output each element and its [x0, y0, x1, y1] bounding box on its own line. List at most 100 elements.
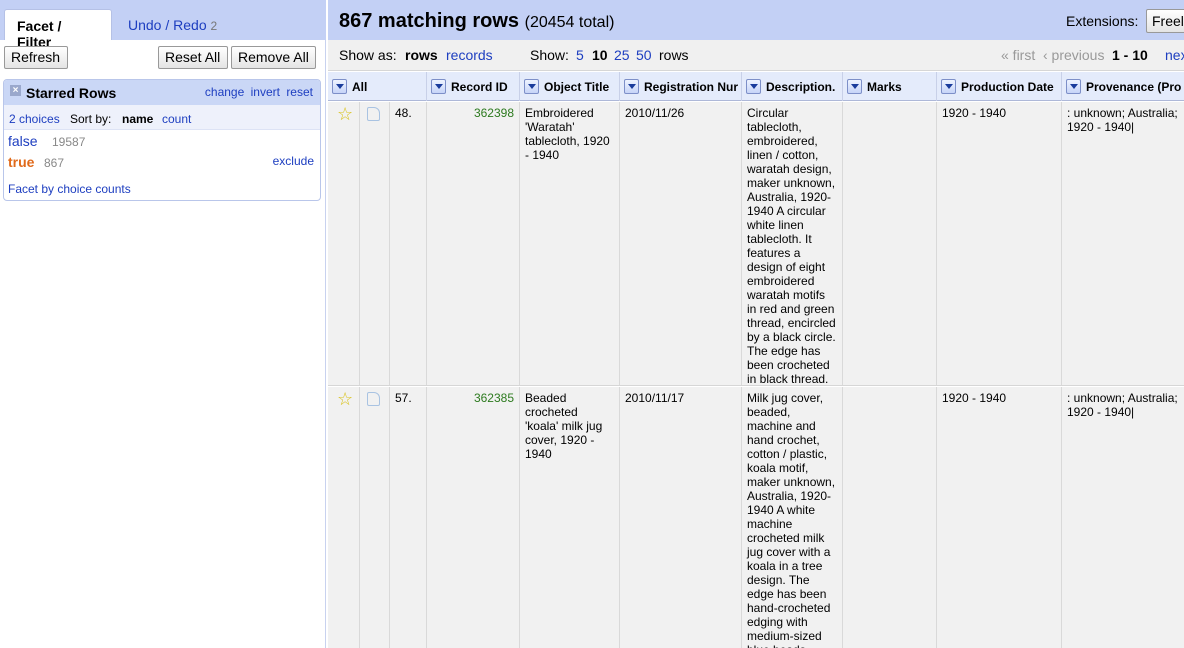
column-label: Record ID — [451, 80, 508, 94]
facet-reset-link[interactable]: reset — [286, 85, 313, 99]
column-label: Description. — [766, 80, 836, 94]
provenance-cell[interactable]: : unknown; Australia; 1920 - 1940| — [1062, 102, 1184, 385]
facet-choice-label[interactable]: true — [8, 154, 34, 170]
exclude-link[interactable]: exclude — [273, 154, 314, 168]
remove-all-button[interactable]: Remove All — [231, 46, 316, 69]
facet-sort-bar: 2 choices Sort by: name count — [4, 105, 320, 130]
left-panel: Facet / Filter Undo / Redo 2 Refresh Res… — [0, 0, 326, 648]
table-row: ☆ 57. 362385 Beaded crocheted 'koala' mi… — [328, 387, 1184, 648]
object-title-cell[interactable]: Embroidered 'Waratah' tablecloth, 1920 -… — [520, 102, 620, 385]
column-label: Provenance (Pro — [1086, 80, 1182, 94]
column-label: Registration Nur — [644, 80, 739, 94]
column-header-provenance[interactable]: Provenance (Pro — [1062, 72, 1184, 101]
column-header-record-id[interactable]: Record ID — [427, 72, 520, 101]
close-icon[interactable]: × — [10, 85, 21, 96]
row-index: 57. — [390, 387, 427, 648]
tab-undo-redo-label: Undo / Redo — [128, 17, 207, 33]
tab-facet-filter[interactable]: Facet / Filter — [4, 9, 112, 50]
sort-by-count[interactable]: count — [162, 112, 191, 126]
facet-choice-count: 19587 — [52, 135, 86, 149]
refresh-button[interactable]: Refresh — [4, 46, 68, 69]
registration-cell[interactable]: 2010/11/26 — [620, 102, 742, 385]
production-date-cell[interactable]: 1920 - 1940 — [937, 102, 1062, 385]
provenance-cell[interactable]: : unknown; Australia; 1920 - 1940| — [1062, 387, 1184, 648]
description-cell[interactable]: Circular tablecloth, embroidered, linen … — [742, 102, 843, 385]
column-label: All — [352, 80, 368, 94]
chevron-down-icon[interactable] — [746, 79, 761, 94]
chevron-down-icon[interactable] — [524, 79, 539, 94]
extensions-label: Extensions: — [1066, 13, 1139, 29]
reset-all-button[interactable]: Reset All — [158, 46, 228, 69]
facet-title: Starred Rows — [26, 85, 117, 101]
column-header-all[interactable]: All — [328, 72, 427, 101]
extensions-button[interactable]: Freel — [1146, 9, 1184, 33]
page-size-5[interactable]: 5 — [576, 47, 584, 63]
sort-by-name[interactable]: name — [122, 112, 153, 126]
record-id-cell[interactable]: 362398 — [427, 102, 520, 385]
record-id-cell[interactable]: 362385 — [427, 387, 520, 648]
starred-rows-facet: × Starred Rows change invert reset 2 cho… — [3, 79, 321, 201]
page-size-10[interactable]: 10 — [592, 47, 608, 63]
production-date-cell[interactable]: 1920 - 1940 — [937, 387, 1062, 648]
row-index: 48. — [390, 102, 427, 385]
facet-header: × Starred Rows change invert reset — [4, 80, 320, 105]
flag-icon[interactable] — [367, 107, 380, 121]
object-title-cell[interactable]: Beaded crocheted 'koala' milk jug cover,… — [520, 387, 620, 648]
column-label: Object Title — [544, 80, 610, 94]
matching-rows: 867 matching rows — [339, 10, 520, 32]
chevron-down-icon[interactable] — [332, 79, 347, 94]
marks-cell[interactable] — [843, 387, 937, 648]
facet-change-link[interactable]: change — [205, 85, 244, 99]
view-bar: Show as: rows records Show: 5 10 25 50 r… — [328, 40, 1184, 71]
rows-suffix: rows — [659, 47, 689, 63]
column-header-marks[interactable]: Marks — [843, 72, 937, 101]
data-header: 867 matching rows (20454 total) Extensio… — [328, 0, 1184, 40]
chevron-down-icon[interactable] — [941, 79, 956, 94]
total-rows: (20454 total) — [524, 14, 615, 31]
facet-choice-count: 867 — [44, 156, 65, 170]
column-header-registration[interactable]: Registration Nur — [620, 72, 742, 101]
column-label: Marks — [867, 80, 902, 94]
column-header-production-date[interactable]: Production Date — [937, 72, 1062, 101]
flag-cell[interactable] — [360, 387, 390, 648]
page-size-25[interactable]: 25 — [614, 47, 630, 63]
marks-cell[interactable] — [843, 102, 937, 385]
facet-choice-label[interactable]: false — [8, 133, 38, 149]
column-header-object-title[interactable]: Object Title — [520, 72, 620, 101]
left-tabs: Facet / Filter Undo / Redo 2 — [0, 0, 326, 50]
page-range: 1 - 10 — [1112, 47, 1148, 63]
chevron-down-icon[interactable] — [1066, 79, 1081, 94]
data-panel: 867 matching rows (20454 total) Extensio… — [328, 0, 1184, 648]
star-cell[interactable]: ☆ — [328, 102, 360, 385]
first-page-link[interactable]: « first — [1001, 47, 1035, 63]
row-summary: 867 matching rows (20454 total) — [339, 10, 614, 33]
next-page-link[interactable]: next — [1165, 47, 1184, 63]
sort-by-label: Sort by: — [70, 112, 112, 126]
facet-by-choice-counts-link[interactable]: Facet by choice counts — [8, 182, 131, 196]
chevron-down-icon[interactable] — [431, 79, 446, 94]
column-header-description[interactable]: Description. — [742, 72, 843, 101]
flag-icon[interactable] — [367, 392, 380, 406]
previous-page-link[interactable]: ‹ previous — [1043, 47, 1104, 63]
facet-invert-link[interactable]: invert — [251, 85, 280, 99]
show-as-rows[interactable]: rows — [405, 47, 438, 63]
registration-cell[interactable]: 2010/11/17 — [620, 387, 742, 648]
description-cell[interactable]: Milk jug cover, beaded, machine and hand… — [742, 387, 843, 648]
page-size-50[interactable]: 50 — [636, 47, 652, 63]
chevron-down-icon[interactable] — [847, 79, 862, 94]
chevron-down-icon[interactable] — [624, 79, 639, 94]
facet-links: change invert reset — [202, 85, 313, 99]
facet-choice-true[interactable]: true 867 exclude — [4, 151, 320, 172]
show-as-records[interactable]: records — [446, 47, 493, 63]
star-icon[interactable]: ☆ — [337, 105, 353, 123]
show-label: Show: — [530, 47, 569, 63]
show-as-label: Show as: — [339, 47, 397, 63]
flag-cell[interactable] — [360, 102, 390, 385]
column-headers: All Record ID Object Title Registration … — [328, 72, 1184, 101]
facet-choices-count[interactable]: 2 choices — [9, 112, 60, 126]
star-icon[interactable]: ☆ — [337, 390, 353, 408]
star-cell[interactable]: ☆ — [328, 387, 360, 648]
column-label: Production Date — [961, 80, 1054, 94]
tab-undo-redo[interactable]: Undo / Redo 2 — [116, 9, 229, 40]
facet-choice-false[interactable]: false 19587 — [4, 130, 320, 151]
